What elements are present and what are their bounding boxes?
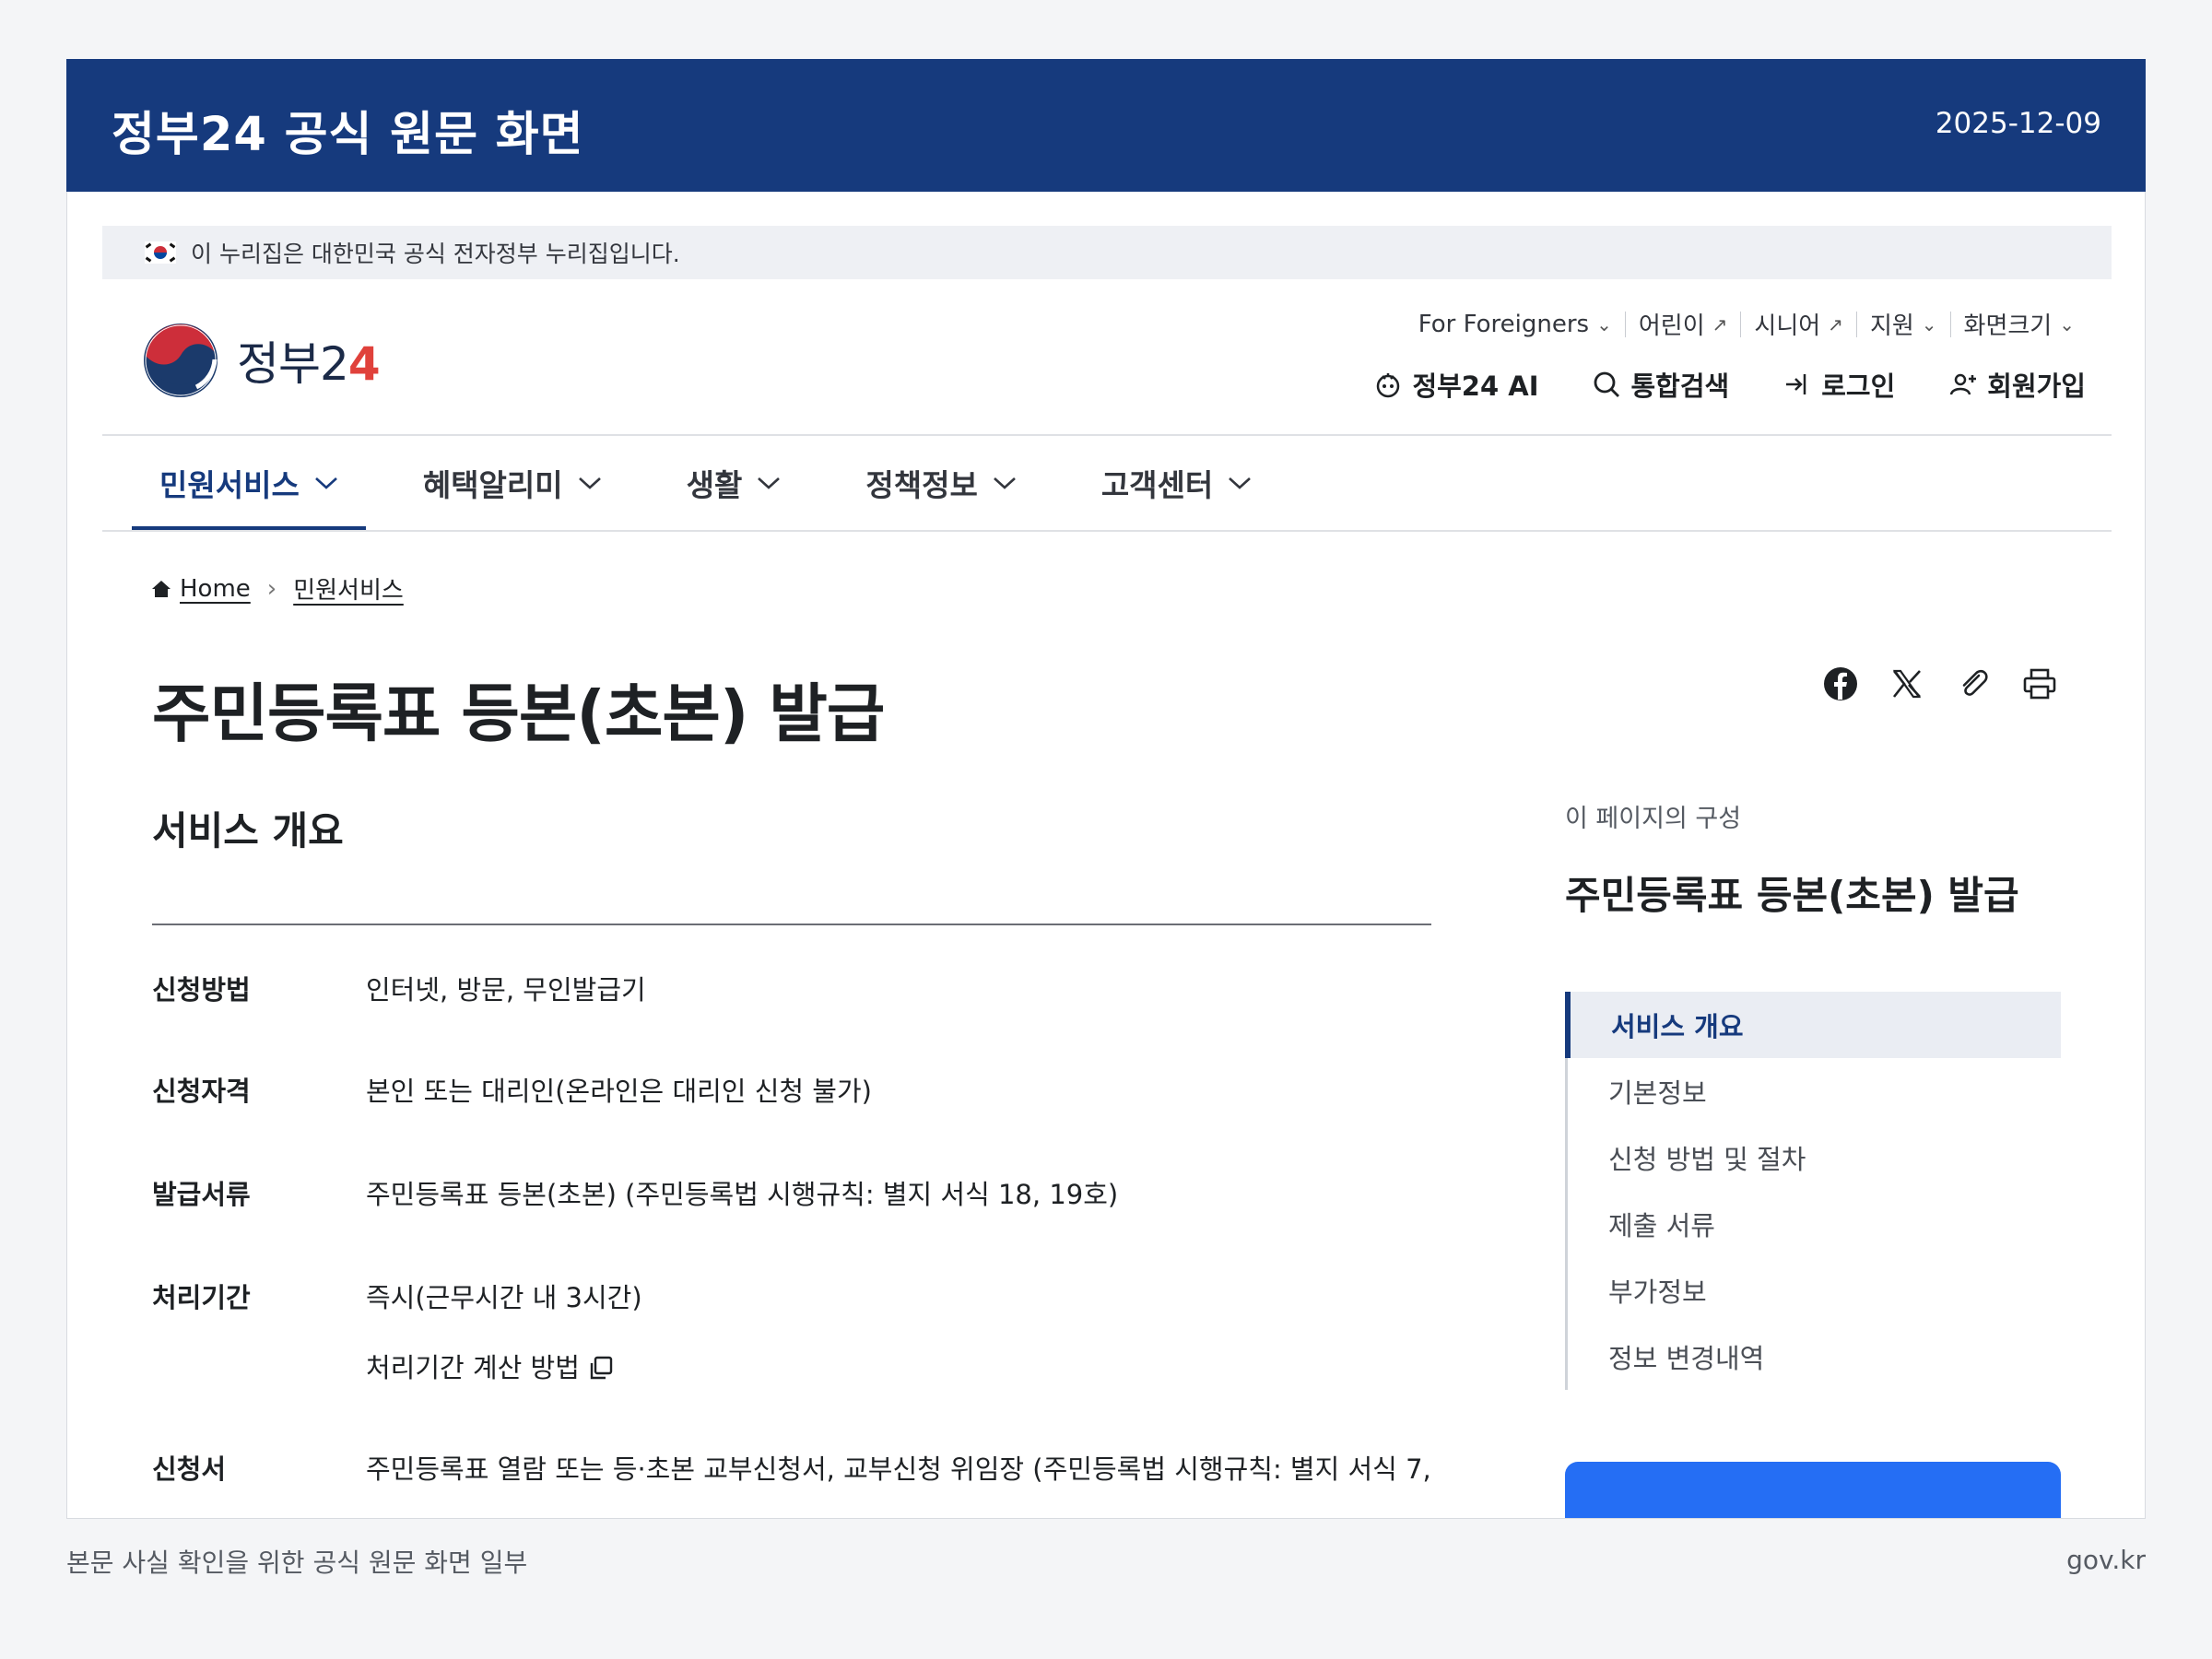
chevron-down-icon xyxy=(993,477,1016,489)
toc-caption: 이 페이지의 구성 xyxy=(1565,805,1742,833)
korean-flag-icon xyxy=(145,241,176,264)
chevron-down-icon xyxy=(314,477,337,489)
info-value: 인터넷, 방문, 무인발급기 xyxy=(366,974,646,1006)
toc-title: 주민등록표 등본(초본) 발급 xyxy=(1565,873,2019,918)
gnb-item-life[interactable]: 생활 xyxy=(659,436,809,530)
info-key: 신청서 xyxy=(152,1453,227,1485)
chevron-down-icon: ⌄ xyxy=(1921,312,1937,335)
banner-date: 2025-12-09 xyxy=(1935,107,2101,140)
home-icon xyxy=(152,580,171,597)
facebook-share-button[interactable] xyxy=(1820,664,1861,704)
ai-icon xyxy=(1377,373,1400,398)
section-title: 서비스 개요 xyxy=(152,808,344,853)
info-value: 주민등록표 열람 또는 등·초본 교부신청서, 교부신청 위임장 (주민등록법 … xyxy=(366,1453,1431,1485)
toc-item-overview[interactable]: 서비스 개요 xyxy=(1565,992,2061,1058)
utility-links: For Foreigners ⌄ 어린이 ↗ 시니어 ↗ 지원 ⌄ 화면크기 ⌄ xyxy=(1406,307,2088,341)
share-tools xyxy=(1794,664,2060,704)
info-value: 주민등록표 등본(초본) (주민등록법 시행규칙: 별지 서식 18, 19호) xyxy=(366,1179,1119,1210)
x-share-button[interactable] xyxy=(1887,664,1927,704)
main-navigation: 민원서비스 혜택알리미 생활 정책정보 고객센터 xyxy=(132,436,1309,532)
signup-button[interactable]: 회원가입 xyxy=(1948,365,2086,404)
section-divider xyxy=(152,924,1431,925)
gov-notice-strip: 이 누리집은 대한민국 공식 전자정부 누리집입니다. xyxy=(102,226,2112,279)
support-menu[interactable]: 지원 ⌄ xyxy=(1857,307,1950,341)
external-link-icon: ↗ xyxy=(1712,312,1728,335)
toc-item-basic-info[interactable]: 기본정보 xyxy=(1568,1058,2061,1124)
info-value: 즉시(근무시간 내 3시간) xyxy=(366,1282,642,1313)
x-icon xyxy=(1892,669,1922,699)
chevron-down-icon: ⌄ xyxy=(2059,312,2075,335)
apply-button[interactable] xyxy=(1565,1462,2061,1518)
page-table-of-contents: 서비스 개요 기본정보 신청 방법 및 절차 제출 서류 부가정보 정보 변경내… xyxy=(1565,992,2061,1390)
senior-link[interactable]: 시니어 ↗ xyxy=(1741,307,1856,341)
chevron-down-icon xyxy=(1229,477,1252,489)
info-key: 신청자격 xyxy=(152,1076,251,1107)
info-key: 발급서류 xyxy=(152,1179,251,1210)
footer-source: gov.kr xyxy=(2066,1545,2146,1575)
info-row: 처리기간 즉시(근무시간 내 3시간) xyxy=(152,1279,642,1316)
info-row: 발급서류 주민등록표 등본(초본) (주민등록법 시행규칙: 별지 서식 18,… xyxy=(152,1176,1118,1213)
breadcrumb-home-link[interactable]: Home xyxy=(180,575,251,603)
gnb-item-policy[interactable]: 정책정보 xyxy=(838,436,1043,530)
info-value: 본인 또는 대리인(온라인은 대리인 신청 불가) xyxy=(366,1076,872,1107)
gnb-item-customer-center[interactable]: 고객센터 xyxy=(1074,436,1279,530)
breadcrumb: Home › 민원서비스 xyxy=(150,571,404,606)
font-size-menu[interactable]: 화면크기 ⌄ xyxy=(1951,307,2088,341)
info-row: 신청방법 인터넷, 방문, 무인발급기 xyxy=(152,971,646,1008)
search-icon xyxy=(1594,371,1620,397)
breadcrumb-current-link[interactable]: 민원서비스 xyxy=(293,571,404,606)
print-button[interactable] xyxy=(2019,664,2060,704)
info-key: 처리기간 xyxy=(152,1282,251,1313)
gnb-item-civil-service[interactable]: 민원서비스 xyxy=(132,436,366,532)
login-button[interactable]: 로그인 xyxy=(1783,365,1895,404)
login-icon xyxy=(1786,374,1806,394)
gnb-item-benefits[interactable]: 혜택알리미 xyxy=(395,436,629,530)
facebook-icon xyxy=(1824,667,1857,700)
toc-item-documents[interactable]: 제출 서류 xyxy=(1568,1191,2061,1257)
copy-popup-icon xyxy=(590,1356,613,1380)
info-key: 신청방법 xyxy=(152,974,251,1006)
gov24-logo[interactable]: 정부24 xyxy=(141,321,381,400)
toc-item-procedure[interactable]: 신청 방법 및 절차 xyxy=(1568,1124,2061,1191)
integrated-search-button[interactable]: 통합검색 xyxy=(1592,365,1729,404)
signup-icon xyxy=(1950,373,1977,395)
chevron-down-icon: ⌄ xyxy=(1596,312,1612,335)
page-card: 이 누리집은 대한민국 공식 전자정부 누리집입니다. 정부24 For For… xyxy=(66,192,2146,1519)
breadcrumb-separator-icon: › xyxy=(266,574,277,603)
top-banner: 정부24 공식 원문 화면 2025-12-09 xyxy=(66,59,2146,192)
children-link[interactable]: 어린이 ↗ xyxy=(1626,307,1741,341)
attachment-icon xyxy=(1962,669,1988,696)
nav-divider xyxy=(102,530,2112,532)
banner-title: 정부24 공식 원문 화면 xyxy=(112,108,584,162)
toc-item-extra-info[interactable]: 부가정보 xyxy=(1568,1257,2061,1324)
toc-item-change-history[interactable]: 정보 변경내역 xyxy=(1568,1324,2061,1390)
for-foreigners-link[interactable]: For Foreigners ⌄ xyxy=(1406,311,1625,338)
processing-time-calc-link[interactable]: 처리기간 계산 방법 xyxy=(366,1349,615,1386)
gov-emblem-icon xyxy=(144,324,218,397)
external-link-icon: ↗ xyxy=(1828,312,1843,335)
screenshot-frame: 정부24 공식 원문 화면 2025-12-09 이 누리집은 대한민국 공식 … xyxy=(66,59,2146,1519)
gov24-ai-button[interactable]: 정부24 AI xyxy=(1373,365,1538,404)
info-row: 신청서 주민등록표 열람 또는 등·초본 교부신청서, 교부신청 위임장 (주민… xyxy=(152,1451,1431,1488)
logo-wordmark: 정부24 xyxy=(237,337,381,391)
chevron-down-icon xyxy=(578,477,601,489)
footer-caption: 본문 사실 확인을 위한 공식 원문 화면 일부 xyxy=(66,1547,528,1578)
print-icon xyxy=(2023,668,2056,700)
header-actions: 정부24 AI 통합검색 로그인 회원가입 xyxy=(1320,365,2086,404)
copy-link-button[interactable] xyxy=(1953,664,1994,704)
gov-notice-text: 이 누리집은 대한민국 공식 전자정부 누리집입니다. xyxy=(191,241,680,267)
info-row: 신청자격 본인 또는 대리인(온라인은 대리인 신청 불가) xyxy=(152,1073,872,1110)
chevron-down-icon xyxy=(758,477,781,489)
page-title: 주민등록표 등본(초본) 발급 xyxy=(152,677,885,751)
